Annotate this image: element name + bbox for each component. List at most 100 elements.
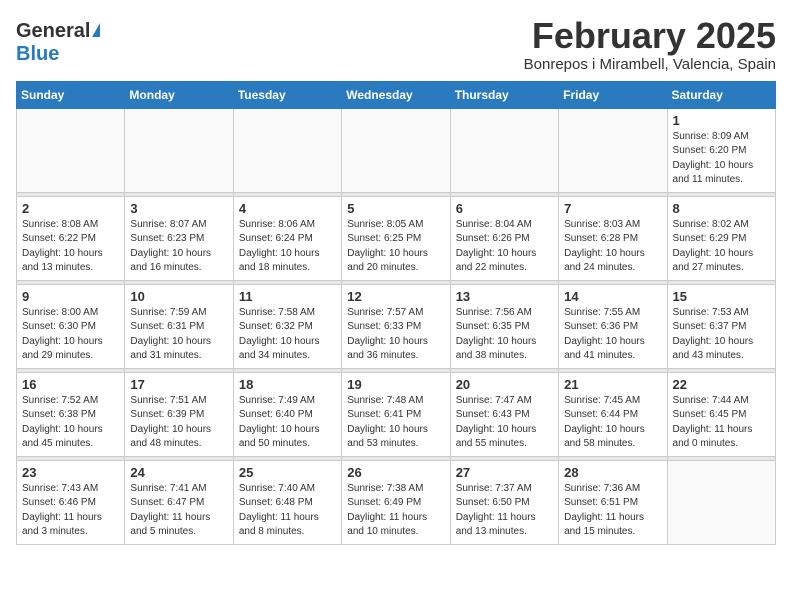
day-info: Sunrise: 7:43 AM Sunset: 6:46 PM Dayligh…: [22, 482, 119, 540]
day-number: 11: [239, 289, 336, 304]
day-number: 9: [22, 289, 119, 304]
calendar-cell: 21Sunrise: 7:45 AM Sunset: 6:44 PM Dayli…: [559, 372, 667, 456]
day-number: 27: [456, 465, 553, 480]
calendar-week-row: 23 Sunrise: 7:43 AM Sunset: 6:46 PM Dayli…: [17, 460, 776, 544]
calendar-week-row: 9 Sunrise: 8:00 AM Sunset: 6:30 PM Daylig…: [17, 284, 776, 368]
weekday-header-friday: Friday: [559, 81, 667, 108]
logo-triangle-icon: [92, 23, 100, 37]
day-info: Sunrise: 7:49 AM Sunset: 6:40 PM Dayligh…: [239, 394, 336, 452]
day-info: Sunrise: 8:04 AM Sunset: 6:26 PM Dayligh…: [456, 218, 553, 276]
calendar-week-row: 1 Sunrise: 8:09 AM Sunset: 6:20 PM Daylig…: [17, 108, 776, 192]
calendar-cell: [559, 108, 667, 192]
calendar-cell: 27 Sunrise: 7:37 AM Sunset: 6:50 PM Dayli…: [450, 460, 558, 544]
day-info: Sunrise: 8:08 AM Sunset: 6:22 PM Dayligh…: [22, 218, 119, 276]
logo-blue-text: Blue: [16, 43, 59, 66]
calendar-cell: 25 Sunrise: 7:40 AM Sunset: 6:48 PM Dayli…: [233, 460, 341, 544]
day-info: Sunrise: 7:45 AM Sunset: 6:44 PM Dayligh…: [564, 394, 661, 452]
day-number: 2: [22, 201, 119, 216]
day-info: Sunrise: 7:57 AM Sunset: 6:33 PM Dayligh…: [347, 306, 444, 364]
day-number: 25: [239, 465, 336, 480]
calendar-cell: 19 Sunrise: 7:48 AM Sunset: 6:41 PM Dayli…: [342, 372, 450, 456]
calendar-cell: 17 Sunrise: 7:51 AM Sunset: 6:39 PM Dayli…: [125, 372, 233, 456]
day-number: 23: [22, 465, 119, 480]
location-subtitle: Bonrepos i Mirambell, Valencia, Spain: [524, 56, 776, 73]
calendar-table: SundayMondayTuesdayWednesdayThursdayFrid…: [16, 81, 776, 545]
day-info: Sunrise: 7:55 AM Sunset: 6:36 PM Dayligh…: [564, 306, 661, 364]
calendar-cell: 12 Sunrise: 7:57 AM Sunset: 6:33 PM Dayli…: [342, 284, 450, 368]
day-number: 28: [564, 465, 661, 480]
weekday-header-wednesday: Wednesday: [342, 81, 450, 108]
calendar-cell: [17, 108, 125, 192]
day-number: 16: [22, 377, 119, 392]
calendar-cell: 8Sunrise: 8:02 AM Sunset: 6:29 PM Daylig…: [667, 196, 775, 280]
day-info: Sunrise: 7:53 AM Sunset: 6:37 PM Dayligh…: [673, 306, 770, 364]
calendar-cell: 14Sunrise: 7:55 AM Sunset: 6:36 PM Dayli…: [559, 284, 667, 368]
calendar-cell: 16Sunrise: 7:52 AM Sunset: 6:38 PM Dayli…: [17, 372, 125, 456]
calendar-cell: 24 Sunrise: 7:41 AM Sunset: 6:47 PM Dayli…: [125, 460, 233, 544]
day-info: Sunrise: 8:07 AM Sunset: 6:23 PM Dayligh…: [130, 218, 227, 276]
day-number: 17: [130, 377, 227, 392]
calendar-cell: 20 Sunrise: 7:47 AM Sunset: 6:43 PM Dayli…: [450, 372, 558, 456]
day-number: 22: [673, 377, 770, 392]
day-info: Sunrise: 8:03 AM Sunset: 6:28 PM Dayligh…: [564, 218, 661, 276]
calendar-cell: 28Sunrise: 7:36 AM Sunset: 6:51 PM Dayli…: [559, 460, 667, 544]
calendar-week-row: 16Sunrise: 7:52 AM Sunset: 6:38 PM Dayli…: [17, 372, 776, 456]
day-number: 6: [456, 201, 553, 216]
day-info: Sunrise: 7:38 AM Sunset: 6:49 PM Dayligh…: [347, 482, 444, 540]
day-number: 18: [239, 377, 336, 392]
day-number: 3: [130, 201, 227, 216]
calendar-cell: 9 Sunrise: 8:00 AM Sunset: 6:30 PM Daylig…: [17, 284, 125, 368]
day-info: Sunrise: 8:06 AM Sunset: 6:24 PM Dayligh…: [239, 218, 336, 276]
calendar-cell: 23 Sunrise: 7:43 AM Sunset: 6:46 PM Dayli…: [17, 460, 125, 544]
calendar-cell: [233, 108, 341, 192]
day-number: 1: [673, 113, 770, 128]
day-info: Sunrise: 8:00 AM Sunset: 6:30 PM Dayligh…: [22, 306, 119, 364]
calendar-cell: 10Sunrise: 7:59 AM Sunset: 6:31 PM Dayli…: [125, 284, 233, 368]
day-number: 19: [347, 377, 444, 392]
calendar-cell: [125, 108, 233, 192]
calendar-cell: [450, 108, 558, 192]
day-info: Sunrise: 8:05 AM Sunset: 6:25 PM Dayligh…: [347, 218, 444, 276]
day-info: Sunrise: 7:44 AM Sunset: 6:45 PM Dayligh…: [673, 394, 770, 452]
calendar-cell: 3 Sunrise: 8:07 AM Sunset: 6:23 PM Daylig…: [125, 196, 233, 280]
day-info: Sunrise: 7:47 AM Sunset: 6:43 PM Dayligh…: [456, 394, 553, 452]
calendar-cell: 4 Sunrise: 8:06 AM Sunset: 6:24 PM Daylig…: [233, 196, 341, 280]
day-info: Sunrise: 7:37 AM Sunset: 6:50 PM Dayligh…: [456, 482, 553, 540]
day-number: 4: [239, 201, 336, 216]
day-number: 12: [347, 289, 444, 304]
day-number: 24: [130, 465, 227, 480]
day-number: 26: [347, 465, 444, 480]
calendar-cell: 7 Sunrise: 8:03 AM Sunset: 6:28 PM Daylig…: [559, 196, 667, 280]
month-year-title: February 2025: [524, 16, 776, 56]
calendar-cell: 5 Sunrise: 8:05 AM Sunset: 6:25 PM Daylig…: [342, 196, 450, 280]
logo: General Blue: [16, 20, 100, 66]
calendar-cell: 11 Sunrise: 7:58 AM Sunset: 6:32 PM Dayli…: [233, 284, 341, 368]
calendar-cell: 2 Sunrise: 8:08 AM Sunset: 6:22 PM Daylig…: [17, 196, 125, 280]
weekday-header-saturday: Saturday: [667, 81, 775, 108]
calendar-cell: 1 Sunrise: 8:09 AM Sunset: 6:20 PM Daylig…: [667, 108, 775, 192]
calendar-week-row: 2 Sunrise: 8:08 AM Sunset: 6:22 PM Daylig…: [17, 196, 776, 280]
calendar-cell: 18 Sunrise: 7:49 AM Sunset: 6:40 PM Dayli…: [233, 372, 341, 456]
calendar-cell: 15Sunrise: 7:53 AM Sunset: 6:37 PM Dayli…: [667, 284, 775, 368]
day-info: Sunrise: 7:40 AM Sunset: 6:48 PM Dayligh…: [239, 482, 336, 540]
day-number: 20: [456, 377, 553, 392]
day-info: Sunrise: 7:58 AM Sunset: 6:32 PM Dayligh…: [239, 306, 336, 364]
calendar-cell: 13 Sunrise: 7:56 AM Sunset: 6:35 PM Dayli…: [450, 284, 558, 368]
weekday-header-tuesday: Tuesday: [233, 81, 341, 108]
calendar-cell: 6 Sunrise: 8:04 AM Sunset: 6:26 PM Daylig…: [450, 196, 558, 280]
title-block: February 2025 Bonrepos i Mirambell, Vale…: [524, 16, 776, 73]
day-info: Sunrise: 7:56 AM Sunset: 6:35 PM Dayligh…: [456, 306, 553, 364]
day-number: 13: [456, 289, 553, 304]
calendar-cell: 22 Sunrise: 7:44 AM Sunset: 6:45 PM Dayli…: [667, 372, 775, 456]
day-info: Sunrise: 7:48 AM Sunset: 6:41 PM Dayligh…: [347, 394, 444, 452]
day-info: Sunrise: 8:02 AM Sunset: 6:29 PM Dayligh…: [673, 218, 770, 276]
day-info: Sunrise: 7:41 AM Sunset: 6:47 PM Dayligh…: [130, 482, 227, 540]
day-number: 7: [564, 201, 661, 216]
calendar-cell: 26 Sunrise: 7:38 AM Sunset: 6:49 PM Dayli…: [342, 460, 450, 544]
day-info: Sunrise: 7:51 AM Sunset: 6:39 PM Dayligh…: [130, 394, 227, 452]
calendar-cell: [342, 108, 450, 192]
page-header: General Blue February 2025 Bonrepos i Mi…: [16, 16, 776, 73]
day-number: 5: [347, 201, 444, 216]
day-info: Sunrise: 8:09 AM Sunset: 6:20 PM Dayligh…: [673, 130, 770, 188]
calendar-cell: [667, 460, 775, 544]
